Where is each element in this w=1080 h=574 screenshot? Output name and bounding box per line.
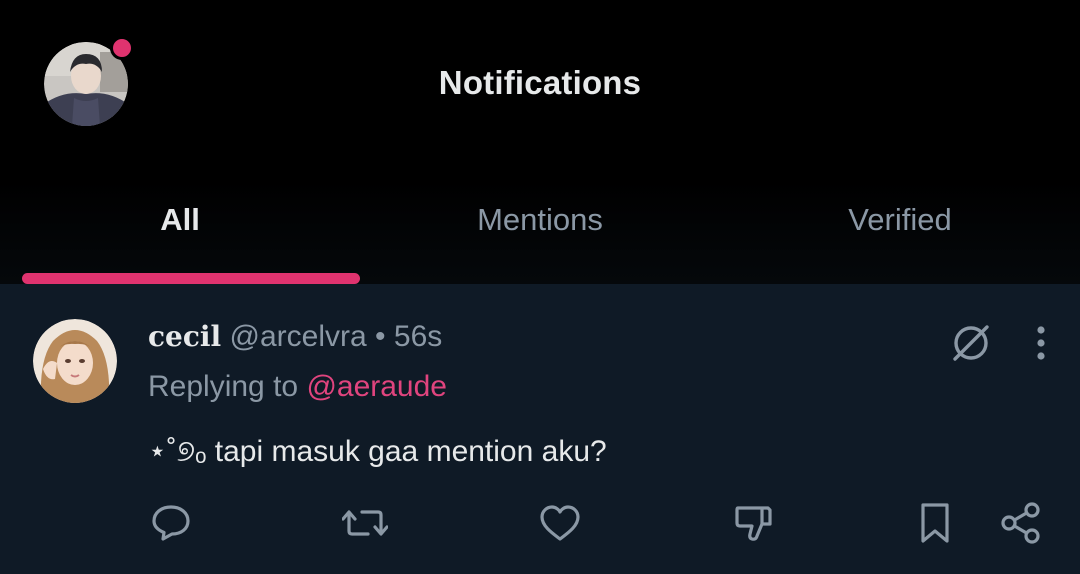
- reply-to-mention[interactable]: @aeraude: [306, 370, 447, 403]
- top-bar: Notifications: [0, 0, 1080, 180]
- tab-mentions[interactable]: Mentions: [360, 180, 720, 284]
- reply-context: Replying to @aeraude: [148, 370, 447, 404]
- reply-bubble-icon[interactable]: [148, 500, 194, 546]
- tweet-body: ⋆˚୭ₒ tapi masuk gaa mention aku?: [148, 435, 607, 468]
- notification-feed: cecil @arcelvra • 56s Replying to @aerau…: [0, 284, 1080, 574]
- bookmark-icon[interactable]: [912, 500, 958, 546]
- share-icon[interactable]: [998, 500, 1044, 546]
- author-avatar[interactable]: [33, 319, 117, 403]
- circle-slash-icon[interactable]: [946, 320, 996, 366]
- more-vertical-icon[interactable]: [1026, 320, 1056, 366]
- reply-prefix: Replying to: [148, 370, 299, 403]
- tweet-meta: cecil @arcelvra • 56s: [148, 320, 442, 354]
- tweet-top-actions: [946, 320, 1056, 366]
- active-tab-indicator: [22, 273, 360, 284]
- author-display-name[interactable]: cecil: [148, 320, 221, 353]
- page-title: Notifications: [438, 64, 642, 101]
- thumbs-down-icon[interactable]: [731, 500, 777, 546]
- tab-label: All: [160, 202, 200, 237]
- tweet-action-bar: [0, 500, 1080, 550]
- notification-tabs: All Mentions Verified: [0, 180, 1080, 285]
- tweet-timestamp[interactable]: 56s: [394, 320, 442, 353]
- tab-verified[interactable]: Verified: [720, 180, 1080, 284]
- unread-indicator: [110, 36, 134, 60]
- heart-icon[interactable]: [537, 500, 583, 546]
- meta-separator: •: [375, 320, 386, 353]
- tab-label: Verified: [848, 202, 952, 237]
- tab-label: Mentions: [477, 202, 603, 237]
- author-handle[interactable]: @arcelvra: [230, 320, 367, 353]
- notifications-screen: Notifications All Mentions Verified ceci…: [0, 0, 1080, 574]
- tab-all[interactable]: All: [0, 180, 360, 284]
- retweet-icon[interactable]: [342, 500, 388, 546]
